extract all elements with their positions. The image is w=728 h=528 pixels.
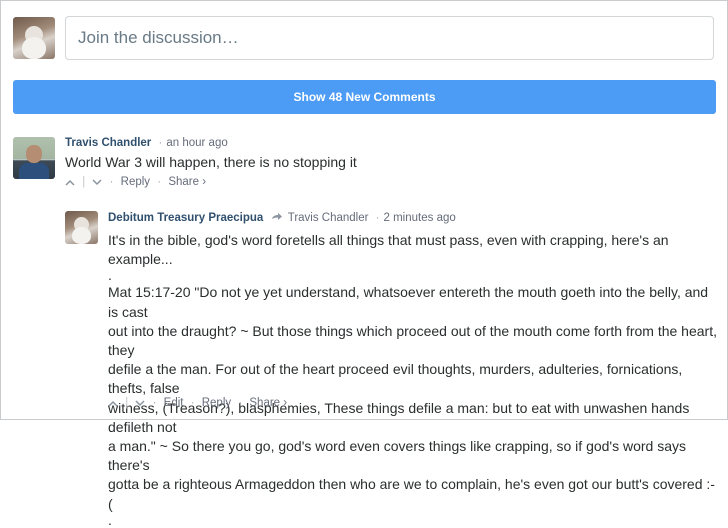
composer-placeholder: Join the discussion… <box>78 28 239 47</box>
comment-body: It's in the bible, god's word foretells … <box>108 231 718 528</box>
comment-body-line: gotta be a righteous Armageddon then who… <box>108 476 715 512</box>
comment-composer-input[interactable]: Join the discussion… <box>65 16 714 60</box>
reply-to-author[interactable]: Travis Chandler <box>288 212 369 224</box>
comment-body-line: . <box>108 511 112 528</box>
comment-body-line: defile a the man. For out of the heart p… <box>108 361 683 397</box>
show-new-comments-label: Show 48 New Comments <box>293 90 436 104</box>
comment-body-line: a man." ~ So there you go, god's word ev… <box>108 438 687 474</box>
comment-body: World War 3 will happen, there is no sto… <box>65 153 357 172</box>
chevron-up-icon[interactable] <box>65 175 75 189</box>
comment-actions: | · Edit · Reply · Share › <box>108 396 287 410</box>
comment-actions: | · Reply · Share › <box>65 175 206 189</box>
share-link[interactable]: Share › <box>168 176 206 188</box>
share-link[interactable]: Share › <box>249 397 287 409</box>
chevron-down-icon[interactable] <box>135 396 145 410</box>
comment-timestamp[interactable]: 2 minutes ago <box>384 212 456 224</box>
comment-body-line: . <box>108 267 112 284</box>
reply-link[interactable]: Reply <box>202 397 231 409</box>
comment-header: Travis Chandler · an hour ago <box>65 137 228 149</box>
chevron-down-icon[interactable] <box>92 175 102 189</box>
comment-body-line: It's in the bible, god's word foretells … <box>108 232 669 268</box>
comment-timestamp[interactable]: an hour ago <box>166 137 227 149</box>
comment-avatar[interactable] <box>13 137 55 179</box>
chevron-up-icon[interactable] <box>108 396 118 410</box>
comment-author[interactable]: Debitum Treasury Praecipua <box>108 212 263 224</box>
comment-body-line: out into the draught? ~ But those things… <box>108 322 717 359</box>
edit-link[interactable]: Edit <box>164 397 184 409</box>
comment-avatar[interactable] <box>65 211 98 244</box>
comment-author[interactable]: Travis Chandler <box>65 137 151 149</box>
comment-body-line: World War 3 will happen, there is no sto… <box>65 154 357 170</box>
comment-body-line: Mat 15:17-20 "Do not ye yet understand, … <box>108 284 709 320</box>
reply-arrow-icon <box>271 212 286 224</box>
user-avatar <box>13 17 55 59</box>
show-new-comments-button[interactable]: Show 48 New Comments <box>13 80 716 114</box>
comment-header: Debitum Treasury Praecipua Travis Chandl… <box>108 212 456 224</box>
reply-link[interactable]: Reply <box>121 176 150 188</box>
